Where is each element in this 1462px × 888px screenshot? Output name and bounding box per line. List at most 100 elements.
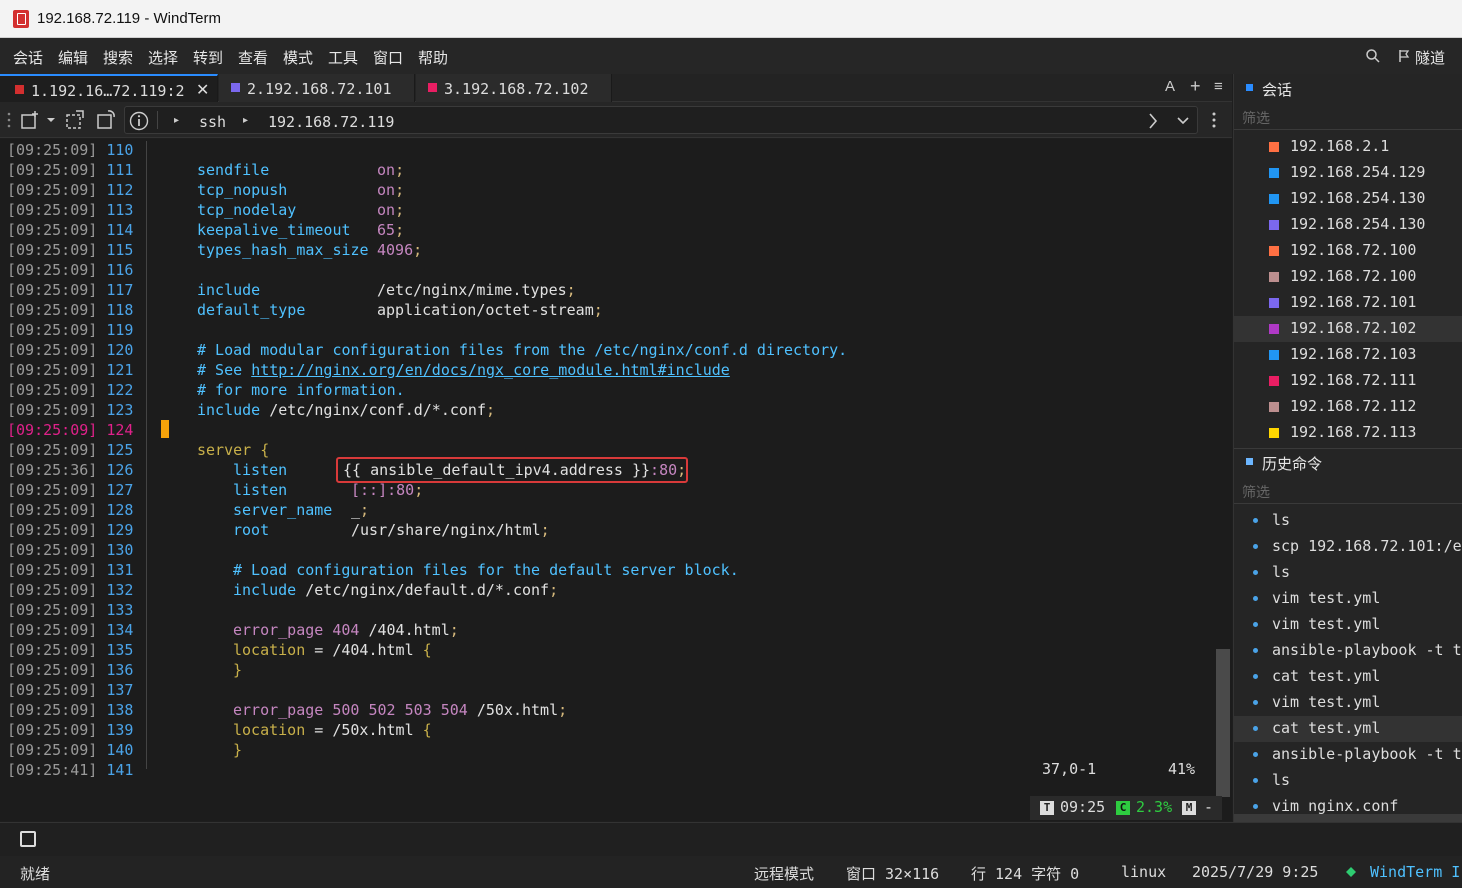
breadcrumb-host[interactable]: 192.168.72.119 [268, 113, 394, 131]
line-number: 119 [106, 321, 134, 339]
session-item[interactable]: 192.168.72.102 [1234, 316, 1462, 342]
session-item[interactable]: 192.168.254.130 [1234, 212, 1462, 238]
directive: location [233, 641, 306, 659]
line-number: 121 [106, 361, 134, 379]
drag-handle-icon[interactable] [6, 111, 12, 129]
nginx-docs-link[interactable]: http://nginx.org/en/docs/ngx_core_module… [251, 361, 730, 379]
breadcrumb-protocol[interactable]: ssh [199, 113, 226, 131]
history-item[interactable]: ls [1234, 560, 1462, 586]
font-button[interactable]: A [1165, 78, 1175, 95]
gutter-row: [09:25:09] 140 [7, 740, 133, 760]
close-icon[interactable]: ✕ [196, 80, 209, 100]
gutter-row: [09:25:09] 114 [7, 220, 133, 240]
chevron-down-icon[interactable] [46, 116, 56, 124]
address-field[interactable]: ▸ ssh ▸ 192.168.72.119 [124, 106, 1198, 134]
history-item[interactable]: cat test.yml [1234, 664, 1462, 690]
timestamp: [09:25:09] [7, 321, 98, 339]
terminal-scrollbar[interactable] [1216, 649, 1230, 797]
menu-goto[interactable]: 转到 [193, 47, 223, 68]
path: /404.html [368, 621, 450, 639]
history-item[interactable]: ls [1234, 768, 1462, 794]
history-panel-header[interactable]: 历史命令 [1234, 448, 1462, 476]
history-command: cat test.yml [1272, 719, 1381, 737]
code-line-117: include/etc/nginx/mime.types; [197, 281, 576, 299]
gutter-row: [09:25:09] 138 [7, 700, 133, 720]
menu-window[interactable]: 窗口 [373, 47, 403, 68]
duplicate-session-icon[interactable] [96, 110, 116, 130]
gutter-row: [09:25:09] 132 [7, 580, 133, 600]
memory-badge-icon: M [1182, 801, 1196, 815]
menu-help[interactable]: 帮助 [418, 47, 448, 68]
session-item[interactable]: 192.168.254.129 [1234, 160, 1462, 186]
history-item[interactable]: scp 192.168.72.101:/et [1234, 534, 1462, 560]
session-label: 192.168.72.111 [1290, 371, 1417, 389]
bullet-icon [1253, 726, 1258, 731]
chevron-down-icon[interactable] [1177, 116, 1189, 126]
history-item[interactable]: vim test.yml [1234, 586, 1462, 612]
menu-search[interactable]: 搜索 [103, 47, 133, 68]
code-line-115: types_hash_max_size 4096; [197, 241, 423, 259]
gutter-row: [09:25:09] 123 [7, 400, 133, 420]
output-panel-icon[interactable] [20, 831, 36, 847]
session-item[interactable]: 192.168.254.130 [1234, 186, 1462, 212]
search-icon[interactable] [1365, 48, 1381, 64]
code-line-127: listen [::]:80; [233, 481, 424, 499]
timestamp: [09:25:09] [7, 261, 98, 279]
sessions-panel-header[interactable]: 会话 [1234, 74, 1462, 102]
history-item[interactable]: ls [1234, 508, 1462, 534]
panel-horizontal-scrollbar[interactable] [1234, 814, 1462, 822]
more-options-icon[interactable] [1211, 111, 1217, 129]
timestamp: [09:25:09] [7, 361, 98, 379]
history-item[interactable]: ansible-playbook -t t3 [1234, 638, 1462, 664]
cpu-badge-icon: C [1116, 801, 1130, 815]
timestamp: [09:25:09] [7, 681, 98, 699]
tab-session-1[interactable]: 1.192.16…72.119:2 ✕ [0, 74, 218, 102]
menu-tools[interactable]: 工具 [328, 47, 358, 68]
tunnel-flag-icon[interactable] [1397, 49, 1411, 63]
line-number: 139 [106, 721, 134, 739]
gutter-row: [09:25:09] 115 [7, 240, 133, 260]
timestamp: [09:25:09] [7, 161, 98, 179]
session-item[interactable]: 192.168.72.101 [1234, 290, 1462, 316]
tunnel-button[interactable]: 隧道 [1415, 47, 1445, 68]
history-item[interactable]: ansible-playbook -t t3 [1234, 742, 1462, 768]
session-item[interactable]: 192.168.72.100 [1234, 264, 1462, 290]
info-icon[interactable] [129, 111, 149, 131]
session-label: 192.168.2.1 [1290, 137, 1390, 155]
menu-view[interactable]: 查看 [238, 47, 268, 68]
menu-session[interactable]: 会话 [13, 47, 43, 68]
tab-menu-button[interactable]: ≡ [1214, 78, 1223, 95]
gutter-row: [09:25:09] 136 [7, 660, 133, 680]
tab-session-2[interactable]: 2.192.168.72.101 [219, 74, 415, 102]
sessions-filter-input[interactable]: 筛选 [1242, 108, 1270, 128]
session-item[interactable]: 192.168.72.103 [1234, 342, 1462, 368]
session-item[interactable]: 192.168.72.100 [1234, 238, 1462, 264]
session-item[interactable]: 192.168.2.1 [1234, 134, 1462, 160]
menu-edit[interactable]: 编辑 [58, 47, 88, 68]
tab-session-3[interactable]: 3.192.168.72.102 [416, 74, 612, 102]
right-side-panel: 会话 筛选 192.168.2.1 192.168.254.129 192.168.… [1233, 74, 1462, 822]
value: /usr/share/nginx/html [351, 521, 541, 539]
timestamp: [09:25:09] [7, 641, 98, 659]
terminal-view[interactable]: [09:25:09] 110 [09:25:09] 111 [09:25:09] 1… [0, 139, 1232, 821]
session-item[interactable]: 192.168.72.111 [1234, 368, 1462, 394]
history-item[interactable]: vim test.yml [1234, 690, 1462, 716]
add-tab-button[interactable]: + [1190, 76, 1201, 97]
chevron-right-icon[interactable] [1147, 112, 1159, 130]
open-session-icon[interactable] [65, 110, 85, 130]
history-item[interactable]: cat test.yml [1234, 716, 1462, 742]
menu-select[interactable]: 选择 [148, 47, 178, 68]
history-filter-input[interactable]: 筛选 [1242, 482, 1270, 502]
session-item[interactable]: 192.168.72.113 [1234, 420, 1462, 446]
directive: server_name [233, 501, 333, 519]
history-item[interactable]: vim test.yml [1234, 612, 1462, 638]
menu-mode[interactable]: 模式 [283, 47, 313, 68]
session-time: 09:25 [1060, 798, 1106, 816]
status-brand[interactable]: WindTerm I [1370, 863, 1460, 881]
session-label: 192.168.254.130 [1290, 215, 1426, 233]
bullet-icon [1253, 804, 1258, 809]
session-item[interactable]: 192.168.72.112 [1234, 394, 1462, 420]
line-number: 130 [106, 541, 134, 559]
new-session-icon[interactable] [20, 110, 40, 130]
status-mode[interactable]: 远程模式 [754, 863, 814, 884]
